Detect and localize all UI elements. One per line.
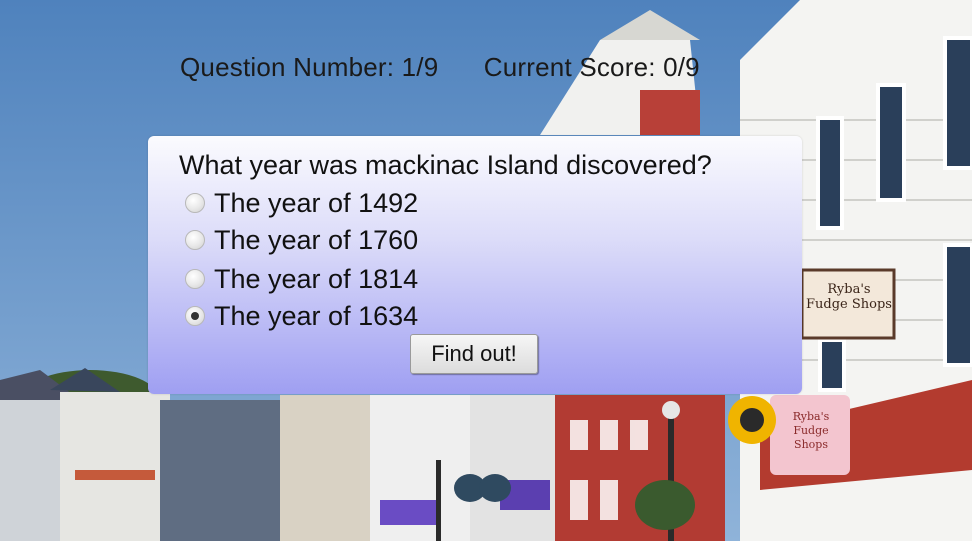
quiz-panel: What year was mackinac Island discovered… [148,136,802,394]
radio-button[interactable] [185,193,205,213]
status-bar: Question Number: 1/9 Current Score: 0/9 [180,52,700,83]
question-text: What year was mackinac Island discovered… [179,150,712,180]
answer-label: The year of 1814 [214,263,419,294]
answer-option-1[interactable]: The year of 1492 [185,187,418,219]
radio-button[interactable] [185,230,205,250]
answer-option-3[interactable]: The year of 1814 [185,263,418,295]
question-number: Question Number: 1/9 [180,52,439,82]
shop-sign-lower: Ryba's Fudge Shops [792,410,830,451]
answer-label: The year of 1492 [214,187,419,218]
find-out-button[interactable]: Find out! [410,334,538,374]
answer-option-4[interactable]: The year of 1634 [185,300,418,332]
current-score: Current Score: 0/9 [483,52,700,82]
answer-option-2[interactable]: The year of 1760 [185,224,418,256]
radio-button[interactable] [185,269,205,289]
radio-button[interactable] [185,306,205,326]
shop-sign-upper: Ryba's Fudge Shops [806,282,892,312]
answer-label: The year of 1760 [214,224,419,255]
answer-label: The year of 1634 [214,300,419,331]
